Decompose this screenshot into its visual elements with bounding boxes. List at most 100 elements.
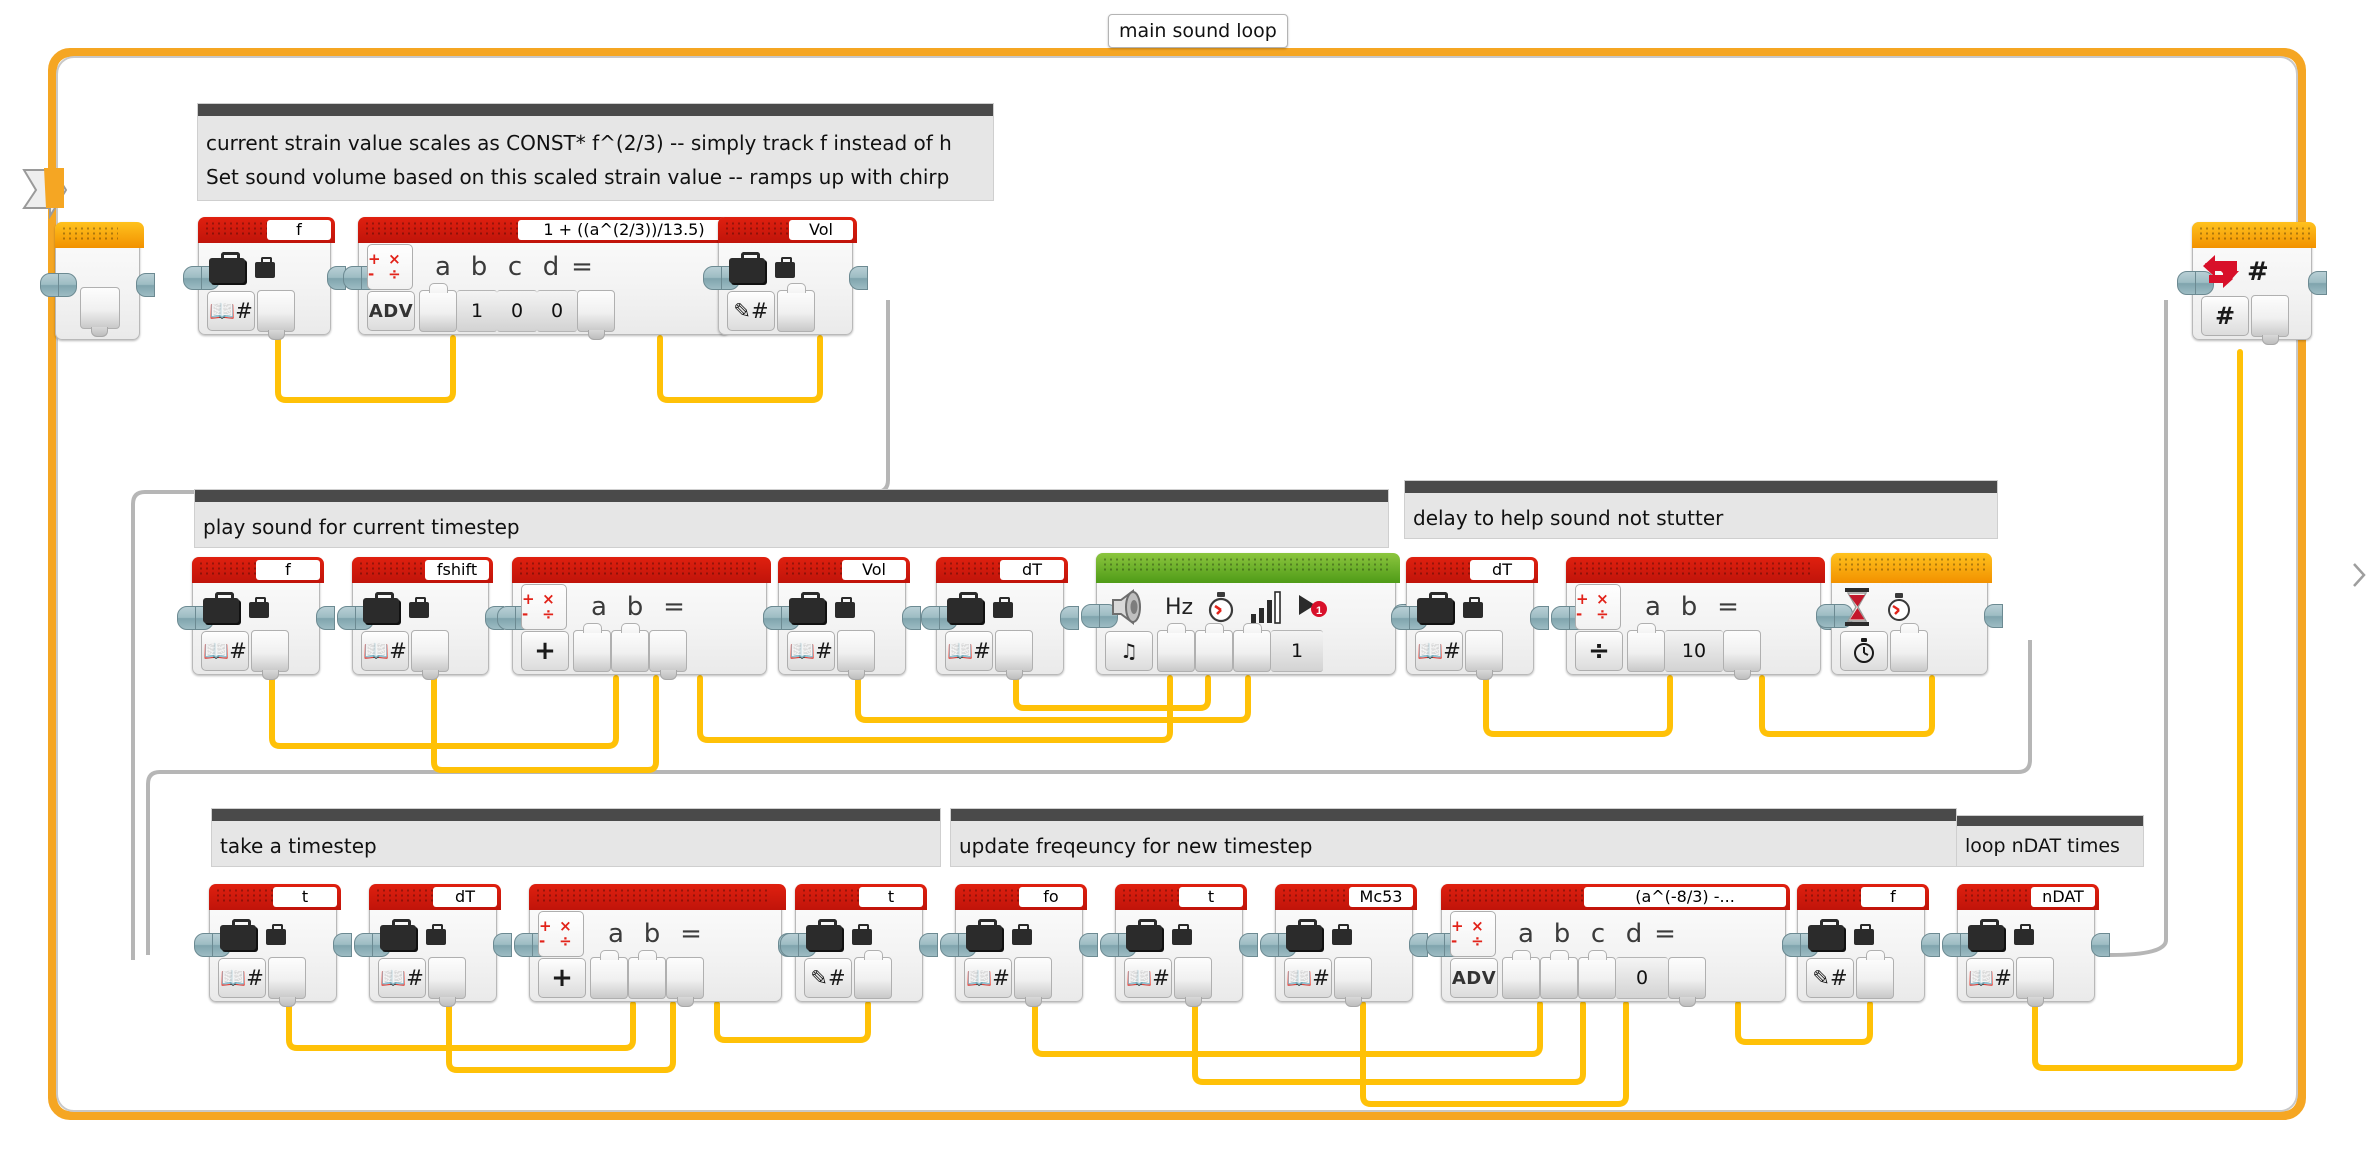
block-r2-read-fshift[interactable]: fshift 📖# — [337, 557, 504, 680]
block-r2-math-divide[interactable]: + - × ÷ a b = ÷ 10 — [1551, 557, 1836, 680]
input-slot-a[interactable] — [1627, 623, 1665, 672]
sequence-in-plug-b[interactable] — [58, 273, 77, 297]
advanced-mode-icon[interactable]: ADV — [1450, 958, 1498, 998]
block-r2-read-dt-2[interactable]: dT 📖# — [1391, 557, 1549, 680]
output-slot[interactable] — [251, 630, 289, 680]
input-slot-a[interactable] — [573, 623, 611, 672]
block-name[interactable]: (a^(-8/3) -... — [1584, 887, 1786, 907]
advanced-mode-icon[interactable]: ADV — [367, 291, 415, 331]
input-slot-seconds[interactable] — [1890, 623, 1928, 672]
block-r1-write-vol[interactable]: Vol ✎# — [703, 217, 868, 335]
block-name[interactable]: dT — [1000, 560, 1064, 580]
comment-update-freq[interactable]: update freqeuncy for new timestep — [950, 808, 1957, 867]
hash-mode-icon[interactable]: # — [2201, 296, 2249, 336]
book-hash-icon[interactable]: 📖# — [1124, 958, 1172, 998]
comment-timestep[interactable]: take a timestep — [211, 808, 941, 867]
block-r3-read-dt[interactable]: dT 📖# — [354, 884, 512, 1007]
loop-name-tab[interactable]: main sound loop — [1108, 14, 1288, 48]
output-slot[interactable] — [1465, 630, 1503, 680]
loop-count-slot[interactable] — [2251, 295, 2289, 345]
book-hash-icon[interactable]: 📖# — [964, 958, 1012, 998]
book-hash-icon[interactable]: 📖# — [1284, 958, 1332, 998]
input-value-b[interactable]: 1 — [457, 290, 497, 332]
block-r3-read-t[interactable]: t 📖# — [194, 884, 352, 1007]
input-slot-duration[interactable] — [1195, 623, 1233, 672]
pencil-hash-icon[interactable]: ✎# — [804, 958, 852, 998]
output-slot[interactable] — [1014, 957, 1052, 1007]
book-hash-icon[interactable]: 📖# — [1966, 958, 2014, 998]
book-hash-icon[interactable]: 📖# — [787, 631, 835, 671]
block-r2-read-vol[interactable]: Vol 📖# — [763, 557, 921, 680]
output-slot[interactable] — [666, 957, 704, 1007]
block-r3-read-mc53[interactable]: Mc53 📖# — [1260, 884, 1428, 1007]
plus-icon[interactable]: + — [521, 631, 569, 671]
input-value-playtype[interactable]: 1 — [1271, 630, 1323, 672]
block-r3-write-f[interactable]: f ✎# — [1782, 884, 1940, 1002]
block-name[interactable]: t — [859, 887, 923, 907]
block-r2-read-f[interactable]: f 📖# — [177, 557, 335, 680]
pencil-hash-icon[interactable]: ✎# — [1806, 958, 1854, 998]
block-name[interactable]: dT — [433, 887, 497, 907]
block-r1-read-f[interactable]: f 📖# — [183, 217, 346, 340]
input-slot-b[interactable] — [628, 950, 666, 999]
output-slot[interactable] — [649, 630, 687, 680]
input-slot[interactable] — [777, 283, 815, 332]
block-r1-math-advanced[interactable]: 1 + ((a^(2/3))/13.5) + - × ÷ a b c d = AD… — [343, 217, 745, 340]
block-name[interactable]: fshift — [425, 560, 489, 580]
block-r3-write-t[interactable]: t ✎# — [780, 884, 938, 1002]
input-value-d[interactable]: 0 — [1616, 957, 1668, 999]
block-r2-sound-play-tone[interactable]: Hz 1 ♫ 1 — [1081, 553, 1411, 675]
input-value-b[interactable]: 10 — [1665, 630, 1723, 672]
book-hash-icon[interactable]: 📖# — [1415, 631, 1463, 671]
comment-loop-ndat[interactable]: loop nDAT times — [1956, 815, 2144, 867]
block-r3-read-ndat[interactable]: nDAT 📖# — [1942, 884, 2110, 1007]
loop-start-block[interactable] — [40, 222, 155, 340]
book-hash-icon[interactable]: 📖# — [378, 958, 426, 998]
comment-play-sound[interactable]: play sound for current timestep — [194, 489, 1389, 548]
input-slot[interactable] — [1856, 950, 1894, 999]
block-name[interactable]: t — [273, 887, 337, 907]
output-slot[interactable] — [837, 630, 875, 680]
scroll-right-arrow-icon[interactable] — [2350, 560, 2368, 590]
output-slot[interactable] — [1668, 957, 1706, 1007]
block-name[interactable]: fo — [1019, 887, 1083, 907]
output-slot[interactable] — [257, 290, 295, 340]
sequence-out-plug[interactable] — [136, 273, 155, 297]
block-r3-math-advanced[interactable]: (a^(-8/3) -... + - × ÷ a b c d = ADV 0 — [1426, 884, 1801, 1007]
input-slot-a[interactable] — [590, 950, 628, 999]
block-name[interactable]: Mc53 — [1349, 887, 1413, 907]
block-name[interactable]: t — [1179, 887, 1243, 907]
output-slot[interactable] — [268, 957, 306, 1007]
book-hash-icon[interactable]: 📖# — [207, 291, 255, 331]
block-r3-read-fo[interactable]: fo 📖# — [940, 884, 1098, 1007]
output-slot[interactable] — [995, 630, 1033, 680]
input-slot[interactable] — [854, 950, 892, 999]
output-slot[interactable] — [577, 290, 615, 340]
loop-end-block[interactable]: # # — [2177, 222, 2327, 345]
comment-top[interactable]: current strain value scales as CONST* f^… — [197, 103, 994, 201]
input-slot-a[interactable] — [419, 283, 457, 332]
divide-icon[interactable]: ÷ — [1575, 631, 1623, 671]
block-name[interactable]: Vol — [789, 220, 853, 240]
block-name[interactable]: f — [267, 220, 331, 240]
book-hash-icon[interactable]: 📖# — [361, 631, 409, 671]
block-r2-wait-time[interactable] — [1816, 553, 2003, 675]
book-hash-icon[interactable]: 📖# — [201, 631, 249, 671]
input-value-c[interactable]: 0 — [497, 290, 537, 332]
input-value-d[interactable]: 0 — [537, 290, 577, 332]
sequence-in-plug[interactable] — [40, 273, 59, 297]
output-slot[interactable] — [428, 957, 466, 1007]
output-slot[interactable] — [1334, 957, 1372, 1007]
input-slot-a[interactable] — [1502, 950, 1540, 999]
comment-delay[interactable]: delay to help sound not stutter — [1404, 480, 1998, 539]
output-slot[interactable] — [1723, 630, 1761, 680]
block-r2-read-dt[interactable]: dT 📖# — [921, 557, 1079, 680]
block-name[interactable]: Vol — [842, 560, 906, 580]
block-name[interactable]: dT — [1470, 560, 1534, 580]
book-hash-icon[interactable]: 📖# — [945, 631, 993, 671]
output-slot[interactable] — [411, 630, 449, 680]
input-slot-frequency[interactable] — [1157, 623, 1195, 672]
block-r3-math-add[interactable]: + - × ÷ a b = + — [514, 884, 797, 1007]
input-slot-b[interactable] — [611, 623, 649, 672]
book-hash-icon[interactable]: 📖# — [218, 958, 266, 998]
